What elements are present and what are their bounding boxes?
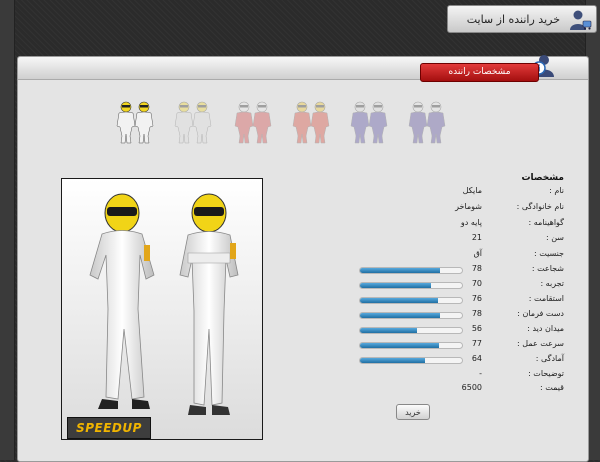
spec-value: 70 [471, 279, 482, 288]
stat-bar [359, 297, 463, 304]
spec-row: آمادگی : 64 [0, 354, 600, 368]
spec-row: شجاعت : 78 [0, 264, 600, 278]
stat-bar [359, 327, 463, 334]
spec-value: مایکل [462, 186, 482, 195]
spec-value: 77 [471, 339, 482, 348]
stat-bar-fill [360, 313, 440, 318]
spec-row: نام : مایکل [0, 186, 600, 200]
stat-bar-fill [360, 358, 426, 363]
buy-button[interactable]: خرید [396, 404, 430, 420]
stat-bar-fill [360, 283, 432, 288]
stat-bar [359, 267, 463, 274]
spec-row: جنسیت : آق [0, 249, 600, 263]
spec-label: استقامت : [528, 294, 564, 303]
stat-bar-fill [360, 268, 440, 273]
spec-label: نام خانوادگی : [516, 202, 564, 211]
spec-row: قیمت : 6500 [0, 383, 600, 397]
stat-bar [359, 342, 463, 349]
stat-bar [359, 312, 463, 319]
driver-specs: مشخصات نام : مایکل نام خانوادگی : شوماخر گوا… [0, 0, 600, 460]
stat-bar-fill [360, 298, 438, 303]
spec-label: شجاعت : [531, 264, 564, 273]
spec-row: دست فرمان : 78 [0, 309, 600, 323]
spec-label: سرعت عمل : [517, 339, 564, 348]
spec-label: قیمت : [540, 383, 564, 392]
spec-value: 78 [471, 264, 482, 273]
spec-row: سن : 21 [0, 233, 600, 247]
spec-value: آق [473, 249, 482, 258]
spec-label: میدان دید : [527, 324, 564, 333]
stat-bar-fill [360, 328, 418, 333]
stat-bar [359, 357, 463, 364]
spec-value: پایه دو [460, 218, 482, 227]
stat-bar-fill [360, 343, 439, 348]
spec-row: تجربه : 70 [0, 279, 600, 293]
spec-label: آمادگی : [535, 354, 564, 363]
spec-row: توضیحات : - [0, 369, 600, 383]
spec-row: میدان دید : 56 [0, 324, 600, 338]
specs-title: مشخصات [521, 173, 564, 183]
spec-value: شوماخر [455, 202, 482, 211]
spec-row: سرعت عمل : 77 [0, 339, 600, 353]
spec-row: نام خانوادگی : شوماخر [0, 202, 600, 216]
spec-value: 76 [471, 294, 482, 303]
stat-bar [359, 282, 463, 289]
spec-label: گواهینامه : [528, 218, 564, 227]
spec-label: توضیحات : [528, 369, 564, 378]
spec-label: سن : [545, 233, 564, 242]
spec-value: 56 [471, 324, 482, 333]
spec-label: تجربه : [540, 279, 564, 288]
spec-label: جنسیت : [533, 249, 564, 258]
spec-value: 78 [471, 309, 482, 318]
spec-value: 64 [471, 354, 482, 363]
spec-label: نام : [549, 186, 564, 195]
spec-row: استقامت : 76 [0, 294, 600, 308]
spec-label: دست فرمان : [517, 309, 564, 318]
spec-value: - [479, 369, 482, 378]
spec-value: 21 [471, 233, 482, 242]
spec-value: 6500 [461, 383, 482, 392]
spec-row: گواهینامه : پایه دو [0, 218, 600, 232]
